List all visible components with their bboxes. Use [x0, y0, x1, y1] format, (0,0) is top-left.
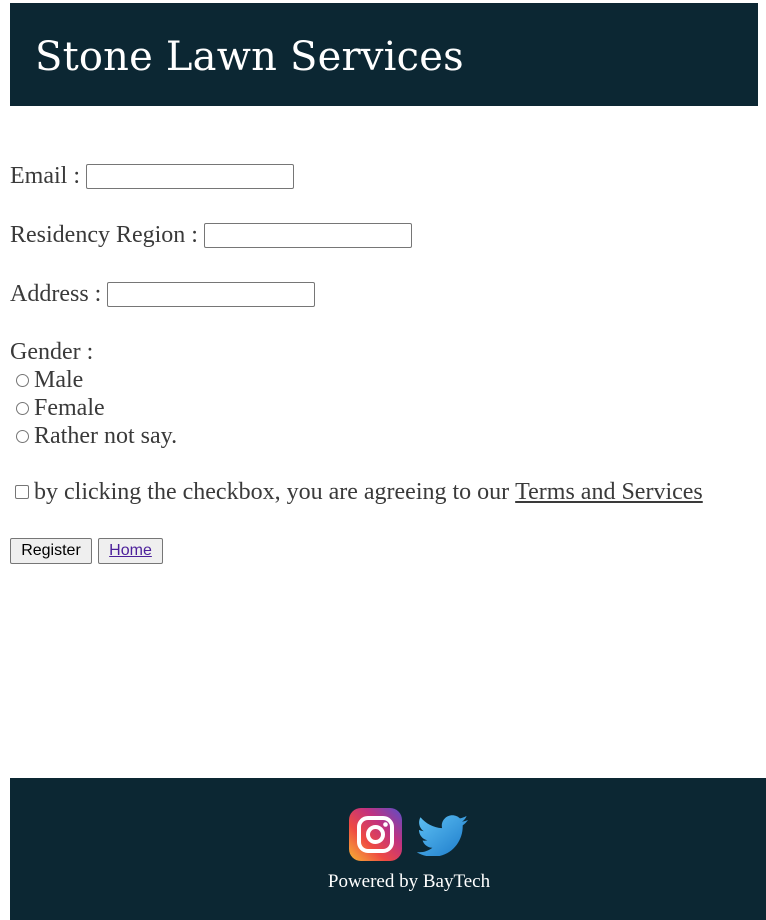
terms-checkbox[interactable] — [15, 485, 29, 499]
gender-label: Gender : — [10, 339, 94, 365]
site-footer: Powered by BayTech — [10, 778, 766, 920]
gender-row: Gender : — [10, 338, 93, 366]
address-label: Address : — [10, 281, 102, 307]
email-field[interactable] — [85, 163, 294, 189]
gender-option-label: Male — [34, 367, 84, 393]
rather-not-say-radio[interactable] — [16, 429, 29, 443]
gender-option-rather-not-say[interactable]: Rather not say. — [16, 422, 177, 450]
female-radio[interactable] — [16, 401, 29, 415]
terms-text: by clicking the checkbox, you are agreei… — [34, 479, 510, 505]
terms-link[interactable]: Terms and Services — [515, 478, 703, 506]
residency-region-field[interactable] — [203, 222, 412, 248]
instagram-icon[interactable] — [349, 808, 402, 861]
gender-option-label: Rather not say. — [34, 423, 178, 449]
region-row: Residency Region : — [10, 221, 412, 249]
register-button[interactable]: Register — [10, 538, 92, 564]
terms-row: by clicking the checkbox, you are agreei… — [15, 478, 703, 506]
twitter-icon[interactable] — [416, 814, 470, 856]
site-header: Stone Lawn Services — [10, 3, 758, 106]
powered-by-text: Powered by BayTech — [327, 871, 491, 892]
gender-option-female[interactable]: Female — [16, 394, 105, 422]
gender-option-male[interactable]: Male — [16, 366, 83, 394]
site-title: Stone Lawn Services — [35, 34, 464, 80]
email-row: Email : — [10, 162, 294, 190]
address-field[interactable] — [107, 281, 316, 307]
home-button[interactable]: Home — [98, 538, 163, 564]
male-radio[interactable] — [16, 373, 29, 387]
address-row: Address : — [10, 280, 316, 308]
email-label: Email : — [10, 163, 80, 189]
gender-option-label: Female — [34, 395, 105, 421]
region-label: Residency Region : — [10, 222, 198, 248]
